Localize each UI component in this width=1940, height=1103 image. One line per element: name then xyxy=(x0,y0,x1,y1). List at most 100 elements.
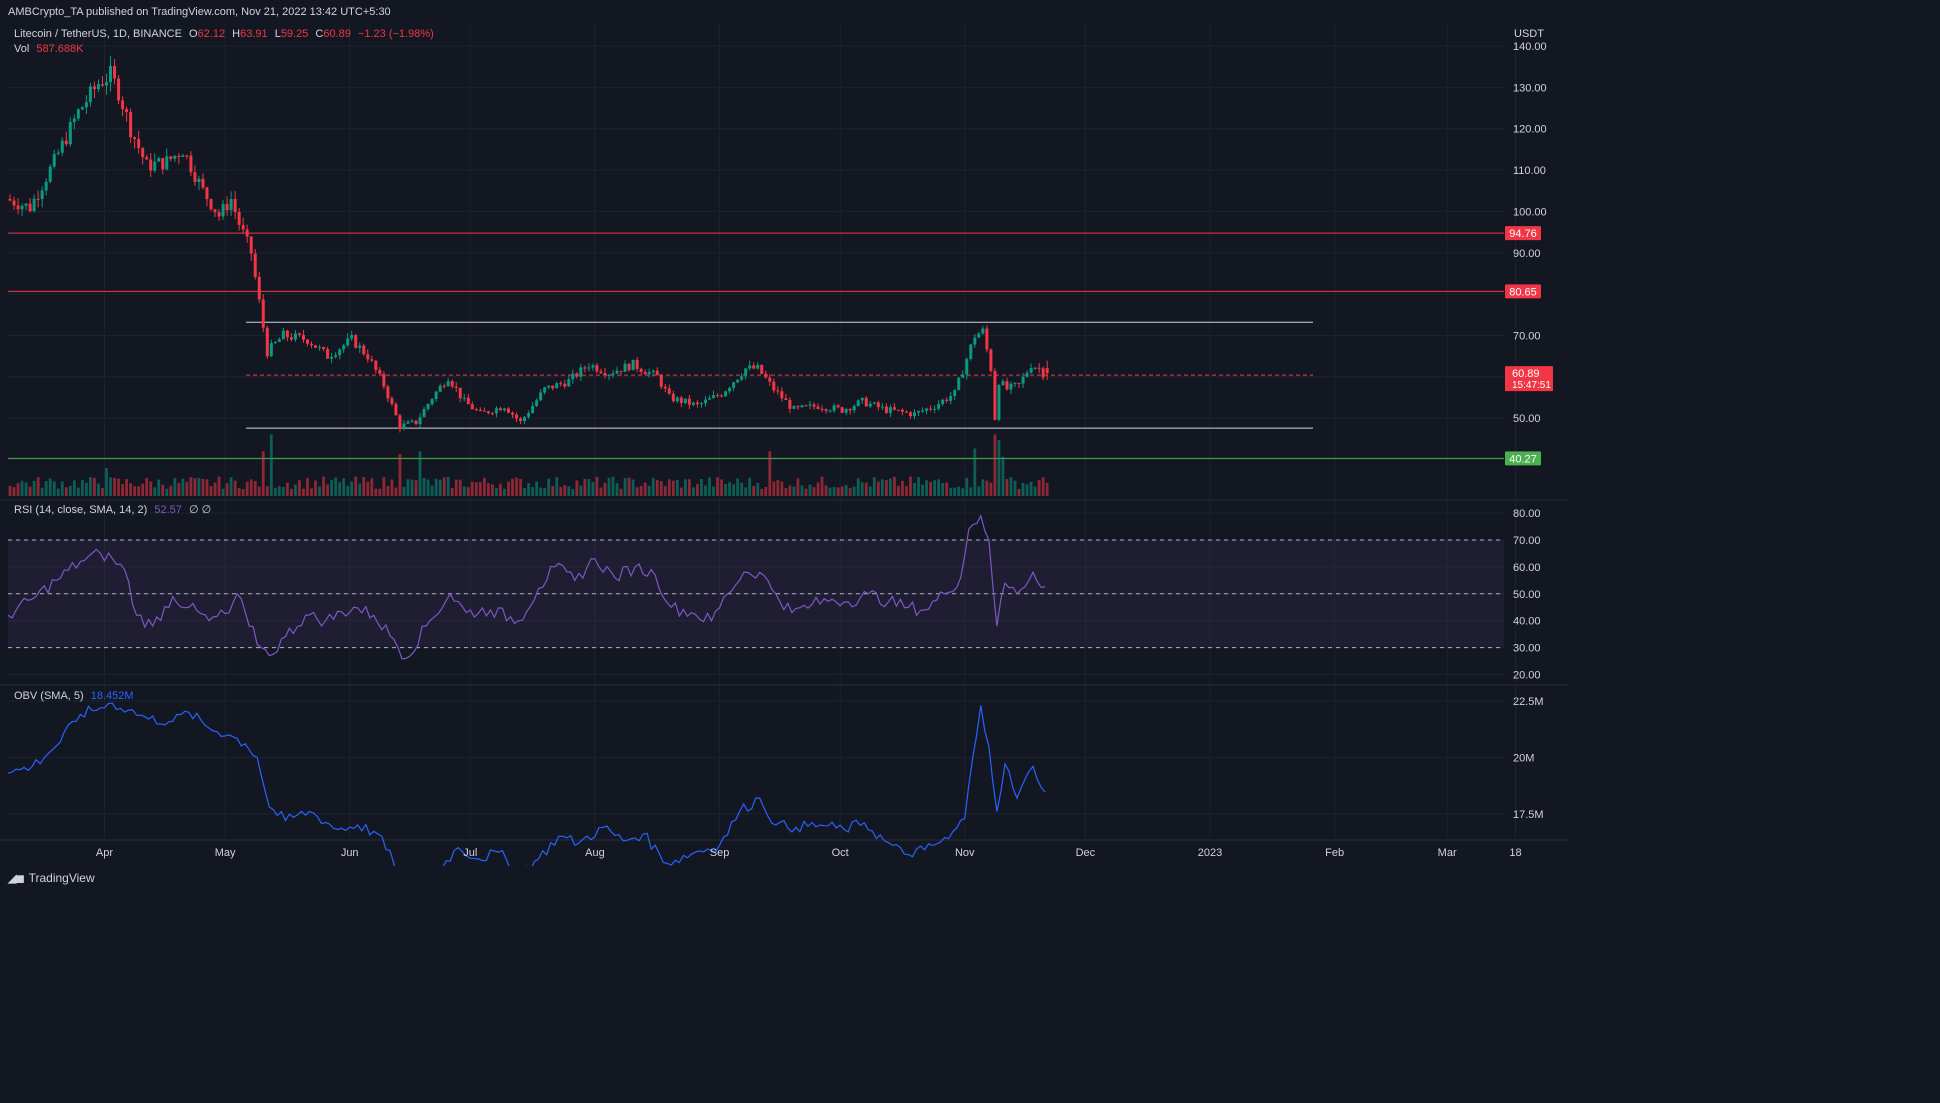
volume-bar xyxy=(201,478,205,496)
volume-bar xyxy=(326,484,329,496)
volume-bar xyxy=(880,479,884,496)
volume-bar xyxy=(410,479,414,496)
volume-bar xyxy=(724,483,727,496)
candle-body xyxy=(852,406,856,411)
candle-body xyxy=(519,418,523,422)
volume-bar xyxy=(1041,477,1045,496)
volume-bar xyxy=(864,482,868,496)
candle-body xyxy=(1021,376,1025,384)
candle-body xyxy=(213,209,217,213)
volume-bar xyxy=(306,477,309,496)
volume-bar xyxy=(28,486,32,496)
volume-bar xyxy=(683,479,687,496)
candle-body xyxy=(953,389,957,397)
volume-bar xyxy=(378,488,382,496)
volume-bar xyxy=(109,477,112,496)
candle-body xyxy=(555,383,559,389)
volume-bar xyxy=(113,478,116,496)
volume-bar xyxy=(527,483,530,496)
candle-body xyxy=(76,109,80,119)
volume-bar xyxy=(169,485,173,496)
candle-body xyxy=(322,347,326,350)
candle-body xyxy=(699,403,703,405)
volume-bar xyxy=(615,483,619,496)
volume-bar xyxy=(788,485,792,496)
volume-bar xyxy=(237,488,241,496)
candle-body xyxy=(1045,368,1049,374)
x-tick-label: Sep xyxy=(710,847,730,859)
candle-body xyxy=(68,122,72,145)
candle-body xyxy=(856,400,860,407)
volume-bar xyxy=(68,485,72,496)
candle-body xyxy=(28,203,32,212)
candle-body xyxy=(301,334,305,340)
candle-body xyxy=(458,387,462,399)
volume-bar xyxy=(145,477,149,496)
volume-bar xyxy=(760,488,764,496)
volume-bar xyxy=(720,479,723,496)
high-value: 63.91 xyxy=(240,28,268,40)
candle-body xyxy=(551,385,555,389)
candle-body xyxy=(173,155,177,159)
candle-body xyxy=(583,367,587,369)
candle-body xyxy=(310,343,314,346)
candle-body xyxy=(237,212,241,225)
candle-body xyxy=(535,400,539,407)
candle-body xyxy=(776,390,780,392)
candle-body xyxy=(595,365,599,372)
candle-body xyxy=(1009,383,1013,390)
candle-body xyxy=(20,205,24,210)
volume-bar xyxy=(450,487,454,496)
obv-tick-label: 17.5M xyxy=(1513,809,1544,821)
candle-body xyxy=(109,65,113,83)
volume-bar xyxy=(507,481,510,496)
volume-bar xyxy=(893,476,896,496)
candle-body xyxy=(153,161,157,171)
grid-lines xyxy=(0,22,1568,841)
candle-body xyxy=(285,330,289,338)
volume-bar xyxy=(285,482,289,496)
volume-bar xyxy=(446,476,450,496)
volume-bar xyxy=(261,451,265,496)
volume-bar xyxy=(792,486,796,496)
tradingview-logo[interactable]: ◢◼ TradingView xyxy=(8,871,95,885)
price-tick-label: 50.00 xyxy=(1513,413,1541,425)
candle-body xyxy=(663,386,667,389)
volume-bar xyxy=(872,477,876,496)
candle-body xyxy=(100,84,104,86)
candle-body xyxy=(623,363,627,372)
candle-body xyxy=(422,409,426,418)
candle-body xyxy=(374,360,378,370)
volume-bar xyxy=(736,478,740,496)
candle-body xyxy=(1033,367,1037,369)
volume-bar xyxy=(265,486,269,496)
candle-body xyxy=(683,398,687,403)
candle-body xyxy=(113,65,117,79)
chart-canvas[interactable]: Apr May Jun Jul Aug Sep Oct Nov Dec 2023 Feb Mar 18 1… xyxy=(0,0,1568,866)
volume-bar xyxy=(848,488,852,496)
candle-body xyxy=(615,370,619,374)
volume-bar xyxy=(744,487,748,496)
candle-body xyxy=(732,382,736,388)
volume-bar xyxy=(555,477,559,496)
price-tick-label: 100.00 xyxy=(1513,206,1547,218)
volume-bar xyxy=(269,434,273,496)
volume-bar xyxy=(547,478,551,496)
volume-bar xyxy=(868,486,872,496)
volume-bar xyxy=(462,486,466,496)
candle-body xyxy=(84,102,88,108)
volume-bar xyxy=(298,480,301,496)
candle-body xyxy=(217,212,221,217)
candle-body xyxy=(860,397,864,401)
volume-bar xyxy=(1005,479,1009,496)
volume-bar xyxy=(571,488,575,496)
volume-bar xyxy=(949,488,953,496)
candle-body xyxy=(48,166,52,182)
volume-bar xyxy=(205,479,209,496)
volume-bar xyxy=(816,482,820,496)
volume-bar xyxy=(334,477,338,496)
volume-bar xyxy=(583,478,587,496)
volume-bar xyxy=(354,476,358,496)
volume-value: 587.688K xyxy=(36,43,84,55)
volume-bar xyxy=(76,487,80,496)
